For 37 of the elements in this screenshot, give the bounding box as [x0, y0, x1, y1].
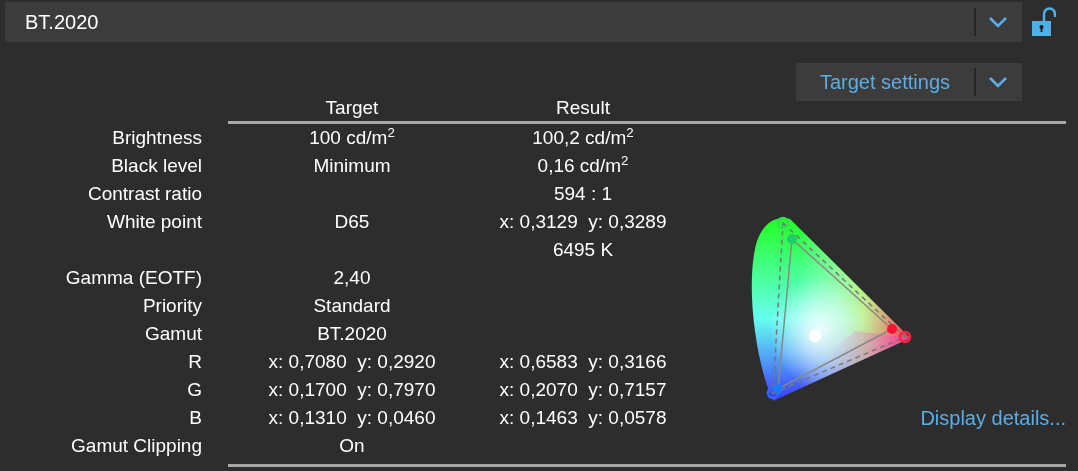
result-value: x: 0,1463 y: 0,0578 — [498, 406, 668, 430]
column-header: Result — [555, 96, 611, 120]
target-settings-dropdown[interactable]: Target settings — [796, 63, 1022, 101]
target-value: x: 0,1700 y: 0,7970 — [267, 378, 437, 402]
target-value: 100 cd/m$^{2}$ — [308, 124, 396, 150]
target-value: x: 0,7080 y: 0,2920 — [267, 350, 437, 374]
target-value: Standard — [312, 294, 392, 318]
result-value: 6495 K — [551, 238, 615, 262]
target-value: 2,40 — [332, 266, 372, 290]
chevron-down-icon — [988, 16, 1008, 28]
display-details-link[interactable]: Display details... — [920, 404, 1066, 432]
target-value: Minimum — [312, 154, 392, 178]
row-label: Gamut — [143, 322, 203, 346]
row-label: Gamma (EOTF) — [64, 266, 203, 290]
chevron-down-icon — [988, 76, 1008, 88]
row-label: G — [186, 378, 203, 402]
result-value: 100,2 cd/m$^{2}$ — [531, 124, 635, 150]
target-value: x: 0,1310 y: 0,0460 — [267, 406, 437, 430]
result-value: x: 0,3129 y: 0,3289 — [498, 210, 668, 234]
result-value: 594 : 1 — [552, 182, 614, 206]
row-label: Brightness — [111, 126, 203, 150]
row-label: Gamut Clipping — [70, 434, 203, 458]
target-value: BT.2020 — [316, 322, 388, 346]
open-padlock-icon[interactable] — [1032, 7, 1056, 37]
row-label: Priority — [141, 294, 203, 318]
column-header: Target — [324, 96, 380, 120]
row-label: B — [188, 406, 203, 430]
row-label: Black level — [110, 154, 203, 178]
target-value: D65 — [333, 210, 371, 234]
row-label: R — [187, 350, 203, 374]
result-value: x: 0,6583 y: 0,3166 — [498, 350, 668, 374]
target-value: On — [338, 434, 366, 458]
row-label: Contrast ratio — [86, 182, 203, 206]
result-value: x: 0,2070 y: 0,7157 — [498, 378, 668, 402]
profile-dropdown[interactable]: BT.2020 — [5, 2, 1022, 42]
result-value: 0,16 cd/m$^{2}$ — [536, 152, 630, 178]
row-label: White point — [105, 210, 203, 234]
